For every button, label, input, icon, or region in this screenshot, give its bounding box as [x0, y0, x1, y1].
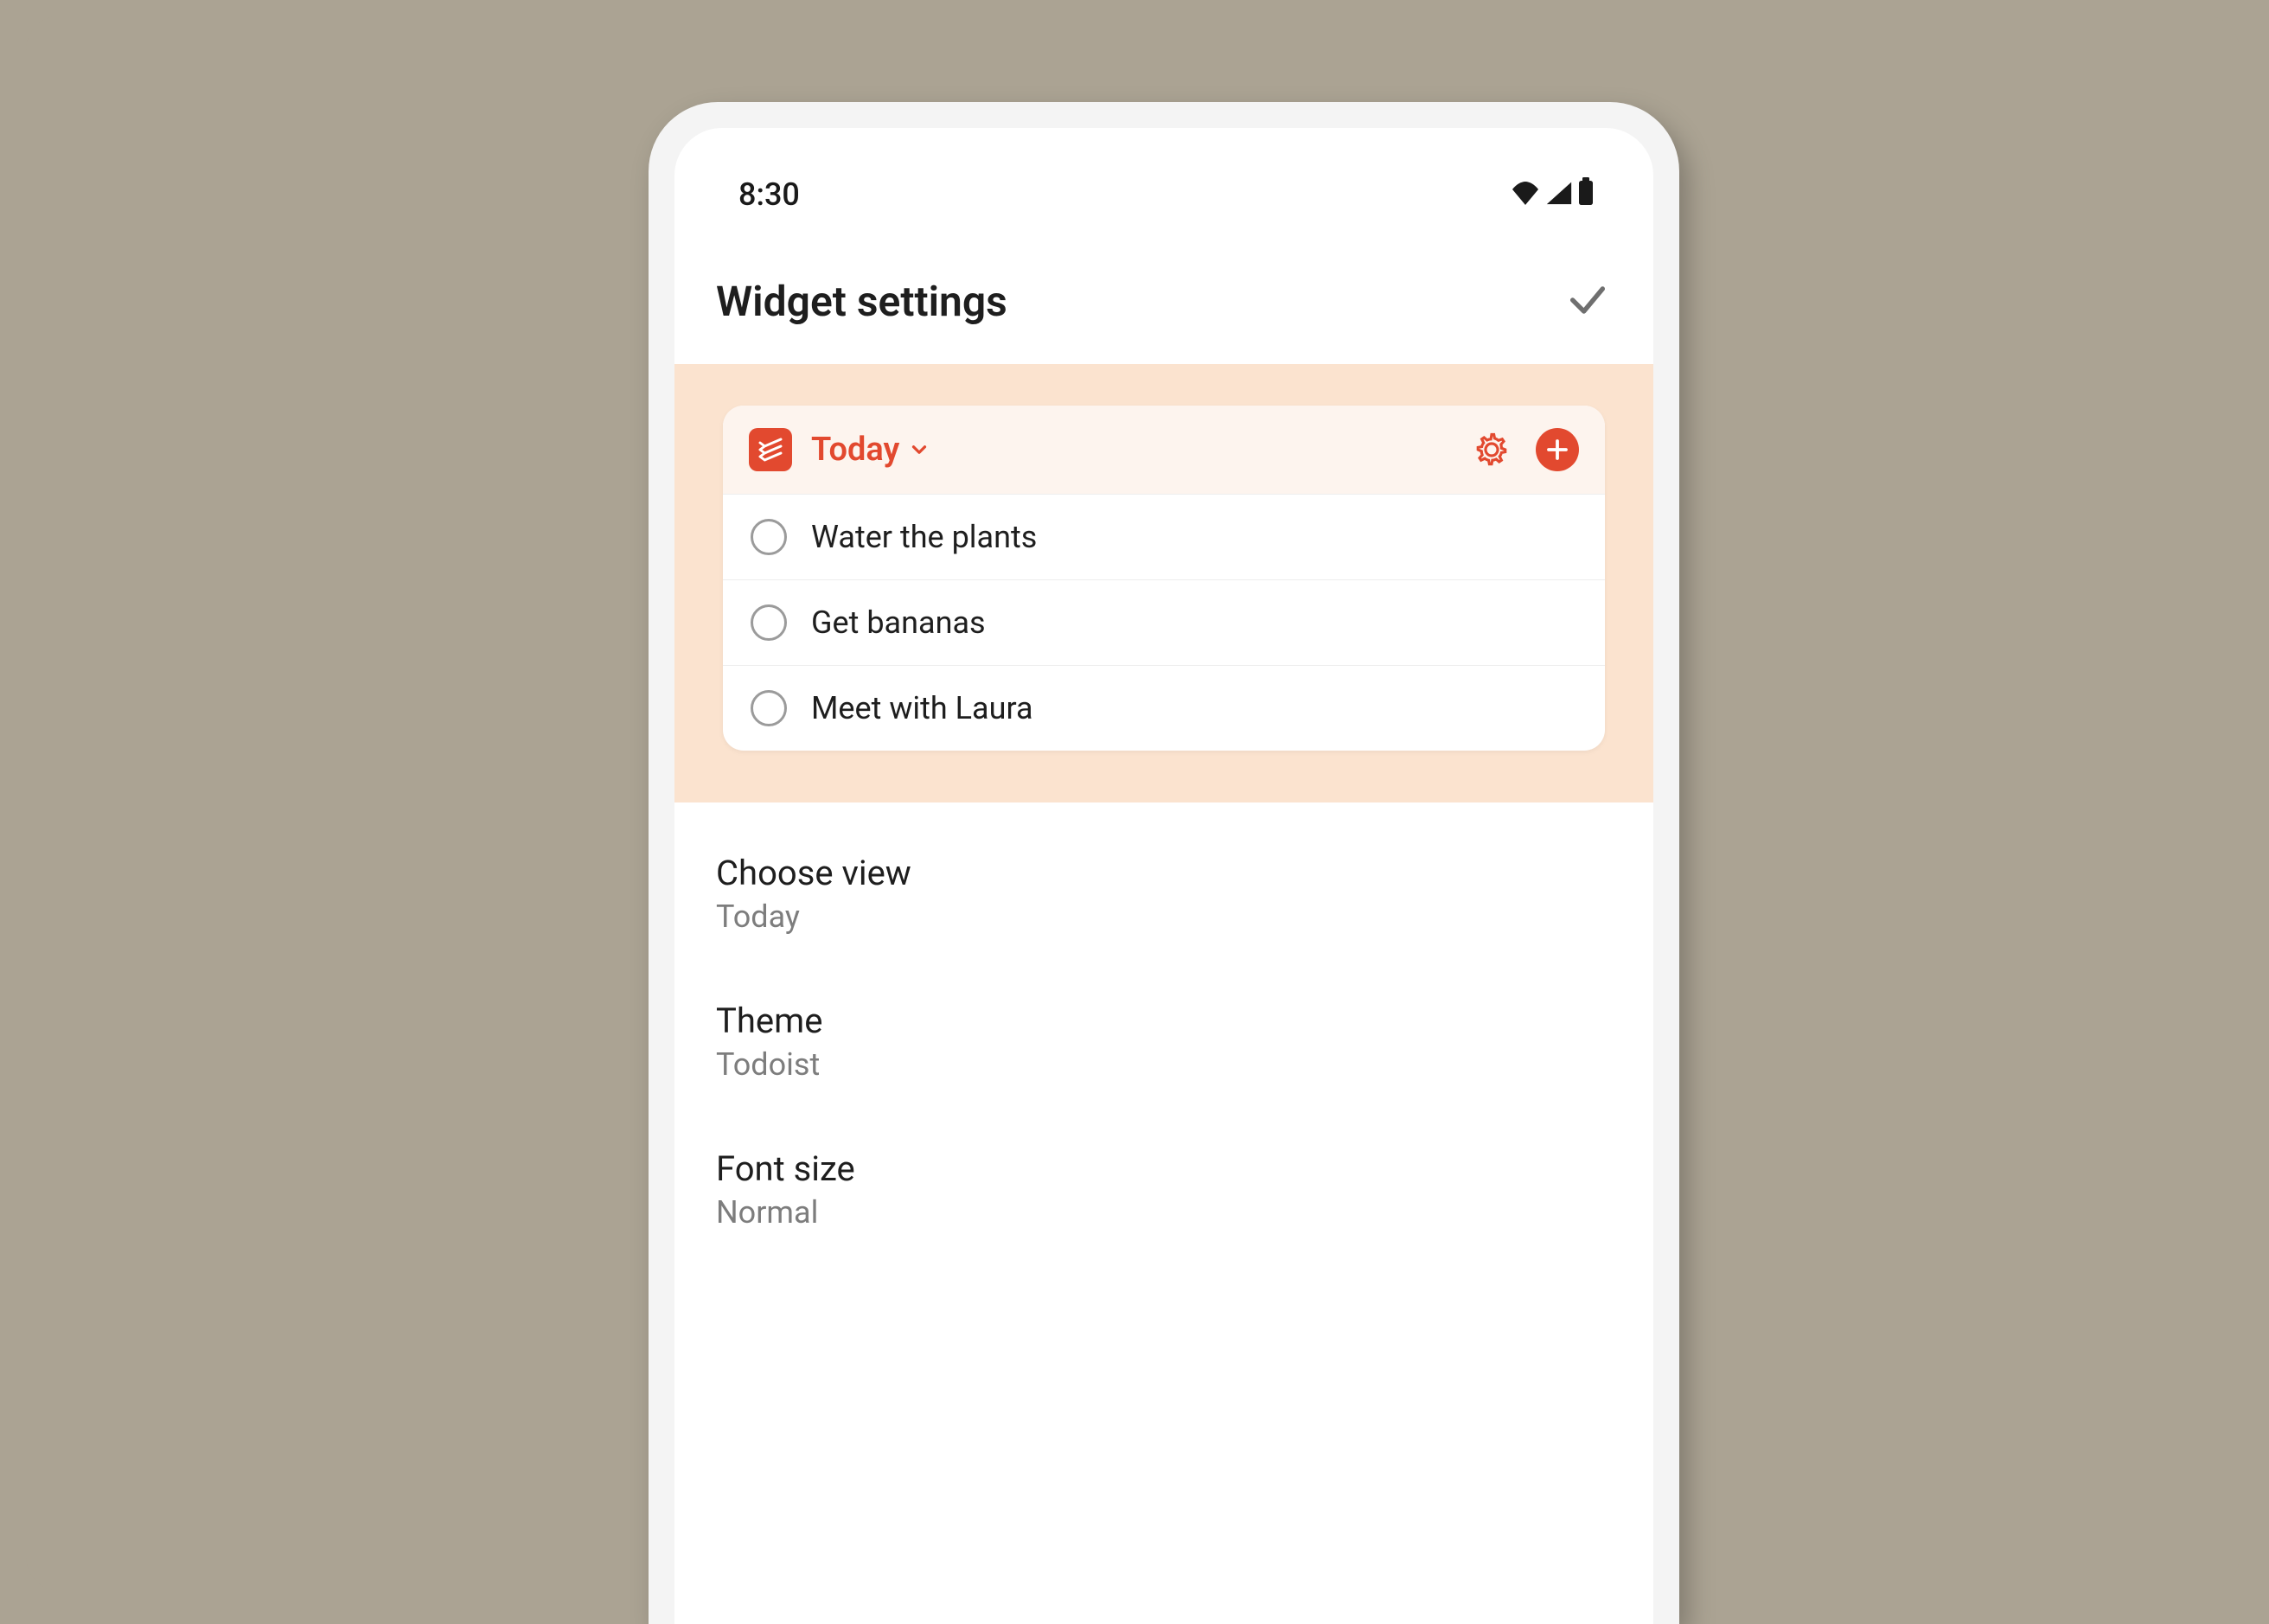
chevron-down-icon: [908, 438, 930, 461]
setting-label: Font size: [716, 1148, 1612, 1189]
task-row[interactable]: Get bananas: [723, 579, 1605, 665]
setting-font-size[interactable]: Font size Normal: [674, 1116, 1653, 1263]
status-bar: 8:30: [674, 128, 1653, 239]
wifi-icon: [1510, 176, 1541, 213]
task-title: Water the plants: [811, 519, 1037, 555]
task-checkbox-icon[interactable]: [751, 604, 787, 641]
task-checkbox-icon[interactable]: [751, 519, 787, 555]
app-header: Widget settings: [674, 239, 1653, 364]
widget-view-label: Today: [811, 431, 899, 469]
todoist-logo-icon: [749, 428, 792, 471]
confirm-button[interactable]: [1565, 278, 1610, 326]
plus-icon: [1544, 437, 1570, 463]
gear-icon: [1473, 432, 1510, 468]
setting-value: Todoist: [716, 1046, 1612, 1083]
setting-choose-view[interactable]: Choose view Today: [674, 820, 1653, 968]
setting-label: Theme: [716, 1001, 1612, 1041]
setting-value: Normal: [716, 1194, 1612, 1231]
task-title: Get bananas: [811, 604, 986, 641]
task-title: Meet with Laura: [811, 690, 1033, 726]
widget-preview-area: Today Water the plants: [674, 364, 1653, 802]
widget-add-task-button[interactable]: [1536, 428, 1579, 471]
page-title: Widget settings: [716, 277, 1007, 326]
phone-frame: 8:30 Widget settings: [649, 102, 1679, 1624]
widget-view-selector[interactable]: Today: [811, 431, 930, 469]
task-row[interactable]: Meet with Laura: [723, 665, 1605, 751]
background-frame: 8:30 Widget settings: [26, 16, 2240, 1591]
check-icon: [1565, 278, 1610, 323]
widget-card: Today Water the plants: [723, 406, 1605, 751]
task-checkbox-icon[interactable]: [751, 690, 787, 726]
battery-icon: [1577, 176, 1595, 213]
widget-header: Today: [723, 406, 1605, 494]
phone-screen: 8:30 Widget settings: [674, 128, 1653, 1624]
setting-value: Today: [716, 898, 1612, 935]
widget-settings-button[interactable]: [1473, 432, 1510, 468]
status-icons: [1510, 176, 1595, 213]
task-row[interactable]: Water the plants: [723, 494, 1605, 579]
setting-label: Choose view: [716, 853, 1612, 893]
settings-list: Choose view Today Theme Todoist Font siz…: [674, 802, 1653, 1281]
setting-theme[interactable]: Theme Todoist: [674, 968, 1653, 1116]
status-time: 8:30: [738, 176, 800, 213]
cellular-icon: [1544, 176, 1574, 213]
